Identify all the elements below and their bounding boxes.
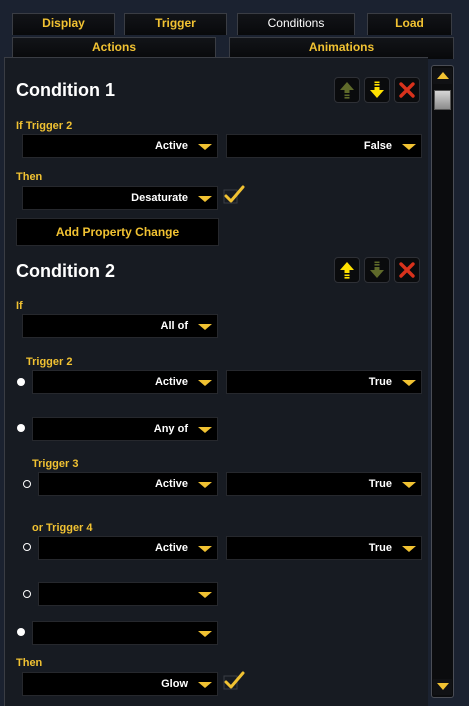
condition-1-move-up-button[interactable] <box>334 77 360 103</box>
trigger-2-radio[interactable] <box>17 378 25 386</box>
chevron-down-icon <box>198 321 212 333</box>
trigger-3-state-dropdown[interactable]: Active <box>38 472 218 496</box>
chevron-down-icon <box>198 193 212 205</box>
trigger-2-state-dropdown[interactable]: Active <box>32 370 218 394</box>
dropdown-value: Active <box>154 478 188 490</box>
trigger-4-compare-dropdown[interactable]: True <box>226 536 422 560</box>
condition-1-property-checkbox[interactable] <box>223 185 245 205</box>
condition-2-property-dropdown[interactable]: Glow <box>22 672 218 696</box>
chevron-down-icon <box>402 377 416 389</box>
chevron-down-icon <box>198 479 212 491</box>
tab-conditions[interactable]: Conditions <box>237 13 355 35</box>
trigger-3-compare-dropdown[interactable]: True <box>226 472 422 496</box>
trigger-2-label: Trigger 2 <box>26 356 73 368</box>
chevron-down-icon <box>402 543 416 555</box>
tab-load[interactable]: Load <box>367 13 452 35</box>
chevron-down-icon <box>198 628 212 640</box>
condition-2-mode-dropdown[interactable]: All of <box>22 314 218 338</box>
scroll-thumb[interactable] <box>434 90 451 110</box>
move-up-icon <box>340 82 354 99</box>
new-group-check-radio[interactable] <box>17 628 25 636</box>
tab-actions[interactable]: Actions <box>12 37 216 59</box>
chevron-down-icon <box>198 377 212 389</box>
trigger-4-label: or Trigger 4 <box>32 522 93 534</box>
tab-display[interactable]: Display <box>12 13 115 35</box>
dropdown-value: Glow <box>161 678 188 690</box>
delete-icon <box>399 82 415 98</box>
chevron-down-icon <box>402 141 416 153</box>
dropdown-value: False <box>363 140 392 152</box>
trigger-3-label: Trigger 3 <box>32 458 79 470</box>
scroll-up-icon[interactable] <box>433 68 452 84</box>
trigger-2-compare-dropdown[interactable]: True <box>226 370 422 394</box>
condition-1-title: Condition 1 <box>16 80 115 100</box>
dropdown-value: Any of <box>153 423 188 435</box>
condition-1-compare-dropdown[interactable]: False <box>226 134 422 158</box>
condition-2-title: Condition 2 <box>16 261 115 281</box>
condition-1-move-down-button[interactable] <box>364 77 390 103</box>
condition-2-move-down-button[interactable] <box>364 257 390 283</box>
new-check-radio[interactable] <box>23 590 31 598</box>
chevron-down-icon <box>198 679 212 691</box>
condition-2-property-checkbox[interactable] <box>223 671 245 691</box>
dropdown-value: Desaturate <box>131 192 188 204</box>
new-group-check-dropdown[interactable] <box>32 621 218 645</box>
move-down-icon <box>370 261 384 278</box>
trigger-3-radio[interactable] <box>23 480 31 488</box>
delete-icon <box>399 262 415 278</box>
dropdown-value: True <box>368 376 392 388</box>
chevron-down-icon <box>198 543 212 555</box>
scrollbar[interactable] <box>431 65 454 698</box>
dropdown-value: Active <box>154 140 188 152</box>
condition-1-property-dropdown[interactable]: Desaturate <box>22 186 218 210</box>
trigger-4-state-dropdown[interactable]: Active <box>38 536 218 560</box>
add-property-change-button[interactable]: Add Property Change <box>16 218 219 246</box>
dropdown-value: All of <box>160 320 189 332</box>
tab-animations[interactable]: Animations <box>229 37 454 59</box>
tab-trigger[interactable]: Trigger <box>124 13 227 35</box>
group-radio[interactable] <box>17 424 25 432</box>
chevron-down-icon <box>198 424 212 436</box>
condition-2-delete-button[interactable] <box>394 257 420 283</box>
chevron-down-icon <box>402 479 416 491</box>
chevron-down-icon <box>198 141 212 153</box>
condition-2-move-up-button[interactable] <box>334 257 360 283</box>
condition-2-if-label: If <box>16 300 23 312</box>
condition-1-delete-button[interactable] <box>394 77 420 103</box>
dropdown-value: Active <box>154 376 188 388</box>
move-down-icon <box>370 81 384 98</box>
condition-1-if-label: If Trigger 2 <box>16 120 73 132</box>
group-mode-dropdown[interactable]: Any of <box>32 417 218 441</box>
condition-1-state-dropdown[interactable]: Active <box>22 134 218 158</box>
new-check-dropdown[interactable] <box>38 582 218 606</box>
dropdown-value: True <box>368 478 392 490</box>
dropdown-value: Active <box>154 542 188 554</box>
scroll-down-icon[interactable] <box>433 679 452 695</box>
chevron-down-icon <box>198 589 212 601</box>
condition-2-then-label: Then <box>16 657 43 669</box>
dropdown-value: True <box>368 542 392 554</box>
trigger-4-radio[interactable] <box>23 543 31 551</box>
condition-1-then-label: Then <box>16 171 43 183</box>
move-up-icon <box>340 262 354 279</box>
